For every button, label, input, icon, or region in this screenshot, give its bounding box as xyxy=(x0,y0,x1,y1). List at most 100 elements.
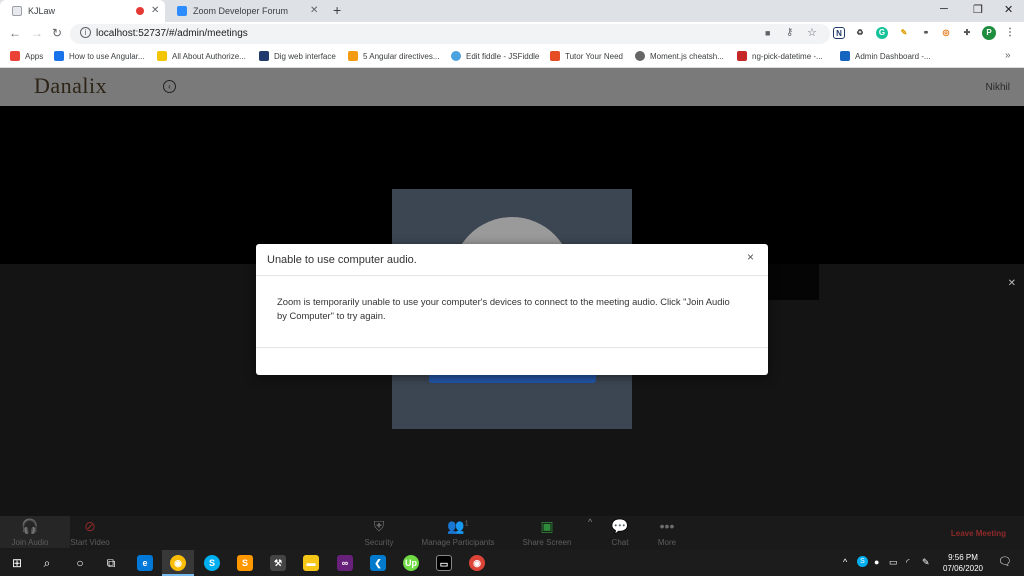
search-icon[interactable]: ⌕ xyxy=(37,553,57,573)
profile-avatar[interactable]: P xyxy=(982,26,996,40)
tab-zoom-forum[interactable]: Zoom Developer Forum ✕ xyxy=(165,0,325,22)
app-header: Danalix ‹ Nikhil xyxy=(0,68,1024,106)
bookmark-authorize[interactable]: All About Authorize... xyxy=(157,51,246,61)
visual-studio-icon[interactable]: ∞ xyxy=(337,555,353,571)
user-name[interactable]: Nikhil xyxy=(986,82,1010,93)
apps-grid-icon xyxy=(10,51,20,61)
app-logo[interactable]: Danalix xyxy=(34,73,107,99)
highlighter-icon[interactable]: ✎ xyxy=(898,27,910,39)
terminal-icon[interactable]: ▭ xyxy=(436,555,452,571)
bookmark-ng-pick[interactable]: ng-pick-datetime -... xyxy=(737,51,823,61)
cloud-icon xyxy=(451,51,461,61)
notifications-icon[interactable]: 🗨 xyxy=(998,555,1012,568)
reload-icon[interactable]: ↻ xyxy=(52,26,62,40)
task-view-icon[interactable]: ⧉ xyxy=(101,553,121,573)
vscode-icon[interactable]: ❮ xyxy=(370,555,386,571)
clock-time: 9:56 PM xyxy=(948,553,978,562)
key-icon[interactable]: ⚷ xyxy=(786,27,793,38)
grammarly-icon[interactable]: G xyxy=(876,27,888,39)
chevron-up-icon[interactable]: ^ xyxy=(843,557,847,567)
more-dots-icon: ••• xyxy=(659,518,675,534)
skype-tray-icon[interactable]: S xyxy=(857,556,868,567)
battery-icon[interactable]: ▭ xyxy=(889,557,898,568)
restore-icon[interactable]: ❐ xyxy=(973,3,983,16)
share-screen-label: Share Screen xyxy=(522,538,572,547)
extension-n-icon[interactable]: N xyxy=(833,27,845,39)
close-icon[interactable]: × xyxy=(747,250,754,264)
windows-taskbar: ⊞ ⌕ ○ ⧉ e ◉ S S ⚒ ▬ ∞ ❮ Up ▭ ◉ ^ S ● ▭ ◜… xyxy=(0,550,1024,576)
clock-date: 07/06/2020 xyxy=(942,564,984,573)
tab-title: KJLaw xyxy=(28,6,56,16)
bookmark-moment[interactable]: Moment.js cheatsh... xyxy=(635,51,724,61)
sublime-icon[interactable]: S xyxy=(237,555,253,571)
leave-meeting-button[interactable]: Leave Meeting xyxy=(951,529,1006,538)
manage-participants-button[interactable]: 👥1 Manage Participants xyxy=(418,518,498,547)
tab-kjlaw[interactable]: KJLaw ✕ xyxy=(0,0,165,22)
chevron-right-icon[interactable]: » xyxy=(1005,50,1011,61)
x-logo-icon xyxy=(840,51,850,61)
square-icon xyxy=(737,51,747,61)
close-window-icon[interactable]: ✕ xyxy=(1004,3,1013,16)
chrome-icon[interactable]: ◉ xyxy=(469,555,485,571)
participants-icon: 👥1 xyxy=(447,518,469,534)
link-icon[interactable]: ⚭ xyxy=(920,27,932,39)
meeting-controls: 🎧 Join Audio ⊘ Start Video ⛨ Security 👥1… xyxy=(0,516,1024,550)
menu-dots-icon[interactable]: ⋮ xyxy=(1004,27,1016,39)
system-clock[interactable]: 9:56 PM 07/06/2020 xyxy=(938,552,988,574)
cortana-icon[interactable]: ○ xyxy=(70,553,90,573)
zoom-icon xyxy=(177,6,187,16)
dialog-message: Zoom is temporarily unable to use your c… xyxy=(277,296,730,321)
bookmark-directives[interactable]: 5 Angular directives... xyxy=(348,51,439,61)
upwork-icon[interactable]: Up xyxy=(403,555,419,571)
recording-icon xyxy=(136,7,144,15)
video-off-icon: ⊘ xyxy=(84,518,96,534)
bookmark-tutor[interactable]: Tutor Your Need xyxy=(550,51,623,61)
edge-icon[interactable]: e xyxy=(137,555,153,571)
bookmarks-bar: Apps How to use Angular... All About Aut… xyxy=(0,46,1024,68)
checker-flag-icon xyxy=(157,51,167,61)
puzzle-icon[interactable]: ✚ xyxy=(961,27,973,39)
star-icon[interactable]: ☆ xyxy=(807,26,817,39)
more-label: More xyxy=(657,538,677,547)
pen-icon[interactable]: ✎ xyxy=(922,557,930,568)
network-icon[interactable]: ● xyxy=(874,557,879,567)
start-video-label: Start Video xyxy=(70,538,110,547)
bookmark-jsfiddle[interactable]: Edit fiddle - JSFiddle xyxy=(451,51,539,61)
bookmark-dig[interactable]: Dig web interface xyxy=(259,51,336,61)
back-circle-icon[interactable]: ‹ xyxy=(163,80,176,93)
bookmark-angular[interactable]: How to use Angular... xyxy=(54,51,145,61)
dig-icon xyxy=(259,51,269,61)
dialog-divider xyxy=(256,275,768,276)
ubuntu-icon[interactable]: ◎ xyxy=(940,27,952,39)
wifi-icon[interactable]: ◜ xyxy=(906,557,910,568)
recycle-icon[interactable]: ♻ xyxy=(854,27,866,39)
video-icon xyxy=(54,51,64,61)
address-bar[interactable]: i localhost:52737/#/admin/meetings ■ ⚷ ☆ xyxy=(70,24,830,44)
info-icon[interactable]: i xyxy=(80,27,91,38)
start-video-button[interactable]: ⊘ Start Video xyxy=(50,518,130,547)
close-icon[interactable]: ✕ xyxy=(1008,278,1016,289)
chrome-icon[interactable]: ◉ xyxy=(170,555,186,571)
share-screen-button[interactable]: ▣ Share Screen xyxy=(507,518,587,547)
new-tab-button[interactable]: + xyxy=(333,2,341,18)
back-arrow-icon[interactable]: ← xyxy=(9,26,21,40)
tab-title: Zoom Developer Forum xyxy=(193,6,289,16)
more-button[interactable]: ••• More xyxy=(627,518,707,547)
close-tab-icon[interactable]: ✕ xyxy=(151,5,159,16)
tools-icon[interactable]: ⚒ xyxy=(270,555,286,571)
windows-start-icon[interactable]: ⊞ xyxy=(7,553,27,573)
camera-icon[interactable]: ■ xyxy=(765,28,770,38)
bookmark-apps[interactable]: Apps xyxy=(10,51,43,61)
minimize-icon[interactable]: ─ xyxy=(940,3,948,15)
globe-icon xyxy=(635,51,645,61)
security-button[interactable]: ⛨ Security xyxy=(339,518,419,547)
close-tab-icon[interactable]: ✕ xyxy=(310,5,318,16)
skype-icon[interactable]: S xyxy=(204,555,220,571)
bookmark-icon xyxy=(348,51,358,61)
screen: KJLaw ✕ Zoom Developer Forum ✕ + ─ ❐ ✕ ←… xyxy=(0,0,1024,576)
forward-arrow-icon[interactable]: → xyxy=(31,26,43,40)
file-explorer-icon[interactable]: ▬ xyxy=(303,555,319,571)
dialog-title: Unable to use computer audio. xyxy=(267,254,417,266)
page-icon xyxy=(12,6,22,16)
bookmark-admin-dashboard[interactable]: Admin Dashboard -... xyxy=(840,51,931,61)
